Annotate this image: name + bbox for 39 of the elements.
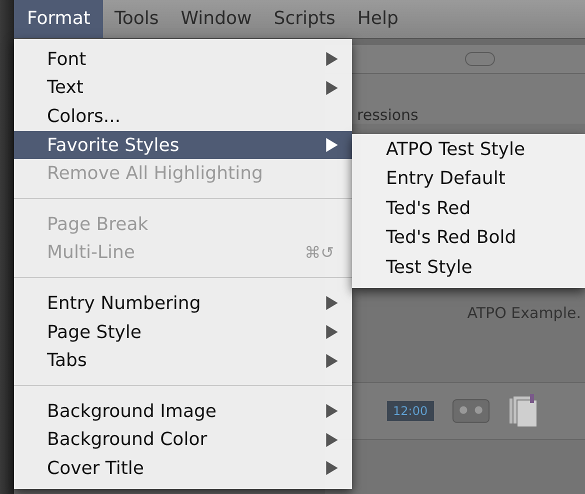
menu-item-label: Tabs [47,350,88,372]
menu-item[interactable]: Font [14,45,352,74]
menu-item[interactable]: Background Color [14,426,352,454]
menu-item-label: Multi-Line [47,242,136,264]
menu-item[interactable]: Favorite Styles [14,130,352,160]
menu-item[interactable]: Colors... [14,102,352,131]
submenu-item[interactable]: Entry Default [352,164,585,194]
menu-item-label: Entry Numbering [47,292,202,314]
menu-item-label: Text [47,77,84,98]
menu-item-label: Remove All Highlighting [47,163,264,184]
menu-bar-item[interactable]: Tools [103,0,170,38]
submenu-item[interactable]: Ted's Red [352,194,585,224]
document-name: ATPO Example. [467,304,581,322]
menu-item[interactable]: Entry Numbering [14,289,352,318]
menu-item-label: Page Style [47,322,143,343]
menu-item-label: Cover Title [47,458,146,479]
submenu-item[interactable]: Ted's Red Bold [352,223,585,253]
menu-item[interactable]: Tabs [14,346,352,375]
menu-item-label: Page Break [47,214,150,235]
documents-icon[interactable] [508,394,538,428]
menu-item-label: Background Image [47,400,218,422]
menu-bar-item[interactable]: Help [346,0,410,38]
cassette-icon[interactable] [452,398,490,424]
submenu-item[interactable]: ATPO Test Style [352,135,585,164]
menu-bar-item[interactable]: Window [170,0,263,38]
menu-item-label: Colors... [47,106,122,127]
toolbar-toggle-icon [465,52,495,66]
menu-bar-item[interactable]: Format [14,0,104,38]
background-text: ressions [356,106,418,124]
menu-item[interactable]: Page Style [14,318,352,346]
menu-item[interactable]: Text [14,74,352,102]
menu-item[interactable]: Cover Title [14,454,352,483]
menu-item-label: Font [47,48,88,70]
keyboard-shortcut: ⌘↺ [304,243,334,262]
menu-item-label: Favorite Styles [47,134,180,156]
menu-bar-item[interactable]: Scripts [262,0,346,38]
menu-item-label: Background Color [47,429,208,450]
submenu-item[interactable]: Test Style [352,252,585,282]
menu-item[interactable]: Background Image [14,396,352,426]
